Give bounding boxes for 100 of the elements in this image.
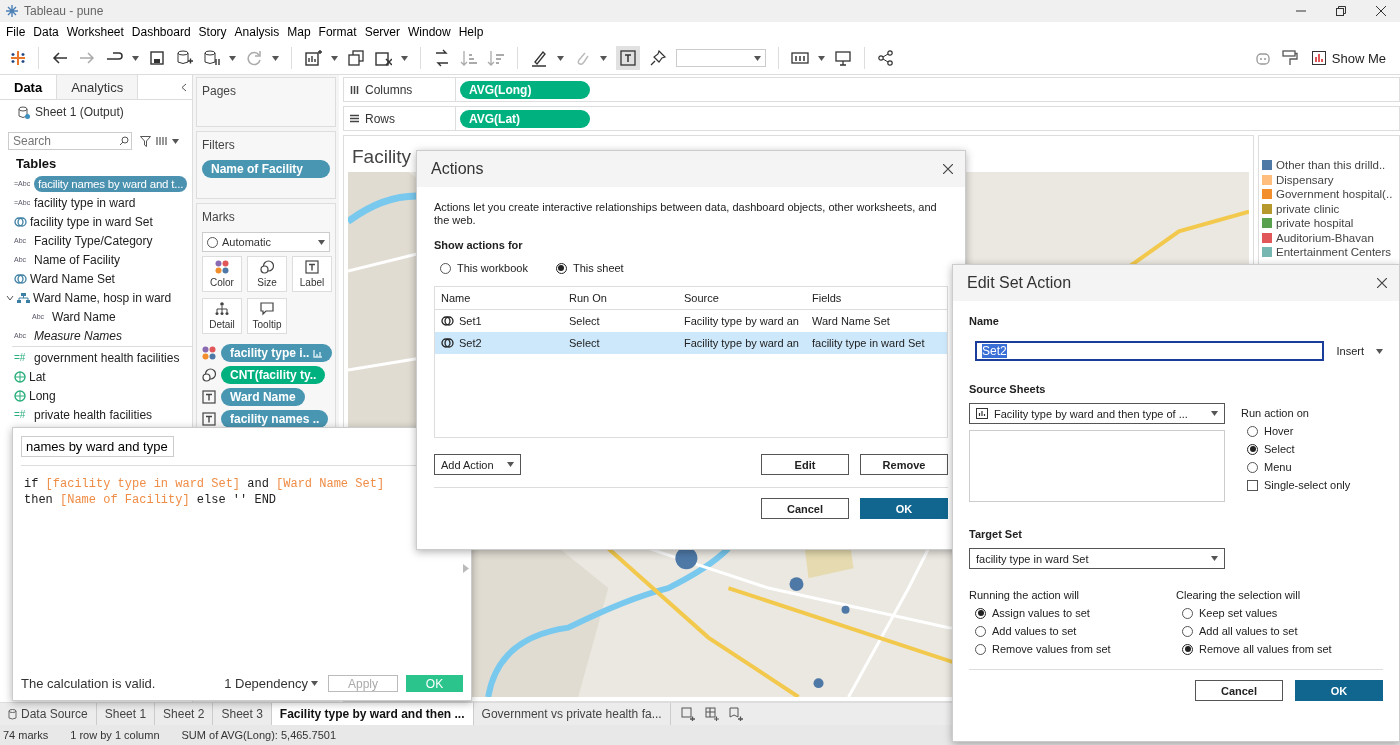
cancel-button[interactable]: Cancel (1195, 680, 1283, 701)
labels-toggle-icon[interactable] (616, 46, 640, 70)
marks-card-button[interactable]: Size (247, 256, 287, 292)
field-item[interactable]: Ward Name (52, 308, 116, 325)
ok-button[interactable]: OK (1295, 680, 1383, 701)
field-item[interactable]: facility type in ward (34, 194, 136, 211)
source-sheet-dropdown[interactable]: Facility type by ward and then type of ... (969, 403, 1225, 424)
new-datasource-icon[interactable] (175, 49, 193, 67)
caret-icon[interactable] (818, 55, 825, 61)
chevron-down-icon[interactable] (6, 293, 14, 302)
show-cards-icon[interactable] (791, 49, 809, 67)
table-row[interactable]: Set1 Select Facility type by ward an Ward Name Set (435, 310, 947, 332)
caret-icon[interactable] (132, 55, 139, 61)
column-header[interactable]: Run On (569, 292, 684, 304)
new-sheet-icon[interactable] (680, 707, 695, 721)
paint-roller-icon[interactable] (1280, 49, 1299, 67)
clear-sheet-icon[interactable] (374, 49, 392, 67)
marks-card-button[interactable]: Tooltip (247, 298, 287, 334)
share-icon[interactable] (877, 49, 895, 67)
radio-option[interactable]: This workbook (440, 262, 528, 274)
insert-dropdown[interactable]: Insert (1336, 345, 1383, 357)
field-item[interactable]: Measure Names (34, 327, 123, 344)
menu-item[interactable]: Help (454, 23, 488, 41)
close-icon[interactable] (1376, 6, 1386, 16)
mark-type-dropdown[interactable]: Automatic (202, 232, 330, 252)
data-source-name[interactable]: Sheet 1 (Output) (35, 105, 124, 119)
radio-option[interactable]: Hover (1247, 425, 1351, 437)
presentation-icon[interactable] (834, 49, 852, 67)
caret-icon[interactable] (331, 55, 338, 61)
swap-axes-icon[interactable] (433, 49, 451, 67)
column-header[interactable]: Name (441, 292, 569, 304)
menu-item[interactable]: Data (29, 23, 63, 41)
filter-icon[interactable] (140, 135, 151, 147)
field-item[interactable]: Lat (29, 368, 46, 385)
menu-item[interactable]: Format (314, 23, 361, 41)
remove-button[interactable]: Remove (860, 454, 948, 475)
menu-item[interactable]: Dashboard (127, 23, 195, 41)
add-action-dropdown[interactable]: Add Action (434, 454, 521, 475)
marks-card-button[interactable]: Detail (202, 298, 242, 334)
close-icon[interactable] (943, 164, 953, 174)
column-view-icon[interactable] (156, 136, 167, 146)
edit-button[interactable]: Edit (761, 454, 849, 475)
sheet-tab[interactable]: Facility type by ward and then ... (271, 703, 474, 725)
new-story-icon[interactable] (728, 707, 743, 721)
column-header[interactable]: Fields (812, 292, 947, 304)
field-item[interactable]: facility type in ward Set (30, 213, 153, 230)
target-set-dropdown[interactable]: facility type in ward Set (969, 548, 1225, 569)
radio-option[interactable]: Add all values to set (1182, 625, 1383, 637)
caret-icon[interactable] (557, 55, 564, 61)
checkbox-option[interactable]: Single-select only (1247, 479, 1351, 491)
menu-item[interactable]: Analysis (230, 23, 284, 41)
highlight-pen-icon[interactable] (530, 49, 548, 67)
pin-icon[interactable] (649, 49, 667, 67)
menu-item[interactable]: Worksheet (62, 23, 128, 41)
cancel-button[interactable]: Cancel (761, 498, 849, 519)
radio-option[interactable]: Assign values to set (975, 607, 1176, 619)
radio-option[interactable]: Select (1247, 443, 1351, 455)
new-worksheet-icon[interactable] (304, 49, 322, 67)
marks-card-button[interactable]: Label (292, 256, 332, 292)
caret-icon[interactable] (272, 55, 279, 61)
caret-icon[interactable] (600, 55, 607, 61)
menu-item[interactable]: Story (194, 23, 231, 41)
radio-option[interactable]: This sheet (555, 262, 624, 274)
caret-icon[interactable] (401, 55, 408, 61)
show-me-button[interactable]: Show Me (1307, 48, 1390, 68)
radio-option[interactable]: Keep set values (1182, 607, 1383, 619)
save-icon[interactable] (148, 49, 166, 67)
field-item[interactable]: Name of Facility (34, 251, 121, 268)
restore-icon[interactable] (1336, 6, 1346, 16)
dependency-dropdown[interactable]: 1 Dependency (224, 676, 318, 691)
search-field[interactable]: Search (8, 132, 132, 150)
ok-button[interactable]: OK (860, 498, 948, 519)
menu-item[interactable]: Window (403, 23, 455, 41)
collapse-chevron-icon[interactable] (181, 82, 187, 92)
marks-card-button[interactable]: Color (202, 256, 242, 292)
menu-item[interactable]: File (2, 23, 30, 41)
column-header[interactable]: Source (684, 292, 812, 304)
name-field[interactable]: Set2 (975, 341, 1325, 361)
duplicate-icon[interactable] (347, 49, 365, 67)
pause-datasource-icon[interactable] (202, 49, 220, 67)
field-item[interactable]: Ward Name Set (30, 270, 115, 287)
field-item[interactable]: private health facilities (34, 406, 153, 423)
radio-option[interactable]: Add values to set (975, 625, 1176, 637)
radio-option[interactable]: Remove all values from set (1182, 643, 1383, 655)
size-circles-icon (202, 368, 216, 382)
new-dashboard-icon[interactable] (704, 707, 719, 721)
menu-item[interactable]: Server (360, 23, 404, 41)
pane-tab[interactable]: Analytics (57, 75, 139, 99)
calculation-name-field[interactable]: names by ward and type (21, 436, 174, 457)
radio-option[interactable]: Menu (1247, 461, 1351, 473)
radio-option[interactable]: Remove values from set (975, 643, 1176, 655)
caret-icon[interactable] (229, 55, 236, 61)
menu-item[interactable]: Map (283, 23, 315, 41)
close-icon[interactable] (1377, 278, 1387, 288)
field-item[interactable]: government health facilities (34, 349, 180, 366)
caret-icon[interactable] (172, 138, 179, 144)
table-row[interactable]: Set2 Select Facility type by ward an facility type in ward Set (435, 332, 947, 354)
field-item[interactable]: Ward Name, hosp in ward (33, 289, 172, 306)
field-item[interactable]: Facility Type/Category (34, 232, 153, 249)
field-item[interactable]: Long (29, 387, 56, 404)
